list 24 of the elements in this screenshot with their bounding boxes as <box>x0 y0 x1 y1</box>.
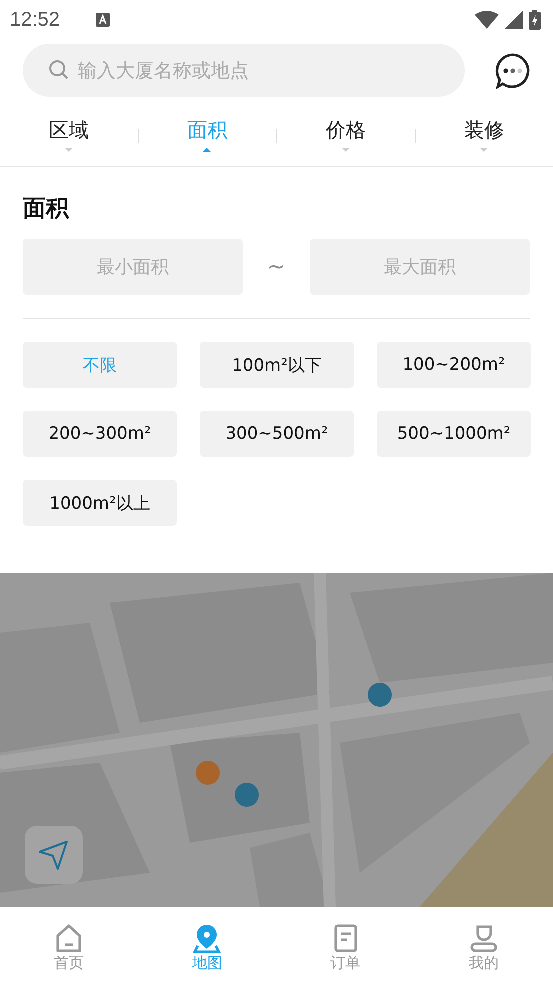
home-icon <box>54 922 84 954</box>
filter-tab[interactable]: 价格 <box>277 106 414 156</box>
navigation-arrow-icon <box>37 838 71 872</box>
signal-icon <box>505 11 523 29</box>
area-option[interactable]: 100m²以下 <box>200 342 354 388</box>
area-option[interactable]: 100~200m² <box>377 342 531 388</box>
person-icon <box>468 922 499 954</box>
keyboard-icon <box>96 13 110 27</box>
area-option[interactable]: 1000m²以上 <box>23 480 177 526</box>
panel-title: 面积 <box>23 195 70 224</box>
min-area-field[interactable]: 最小面积 <box>23 239 243 295</box>
area-option[interactable]: 500~1000m² <box>377 411 531 457</box>
range-separator: ~ <box>266 254 287 280</box>
wifi-icon <box>475 11 499 29</box>
filter-tab[interactable]: 区域 <box>0 106 138 156</box>
status-time: 12:52 <box>10 8 60 32</box>
area-option[interactable]: 300~500m² <box>200 411 354 457</box>
message-icon[interactable] <box>495 52 531 88</box>
map-pin-icon <box>192 922 222 954</box>
max-area-field[interactable]: 最大面积 <box>310 239 530 295</box>
area-option[interactable]: 200~300m² <box>23 411 177 457</box>
search-field[interactable]: 输入大厦名称或地点 <box>23 44 465 97</box>
battery-icon <box>529 10 541 30</box>
filter-tab[interactable]: 装修 <box>416 106 553 156</box>
